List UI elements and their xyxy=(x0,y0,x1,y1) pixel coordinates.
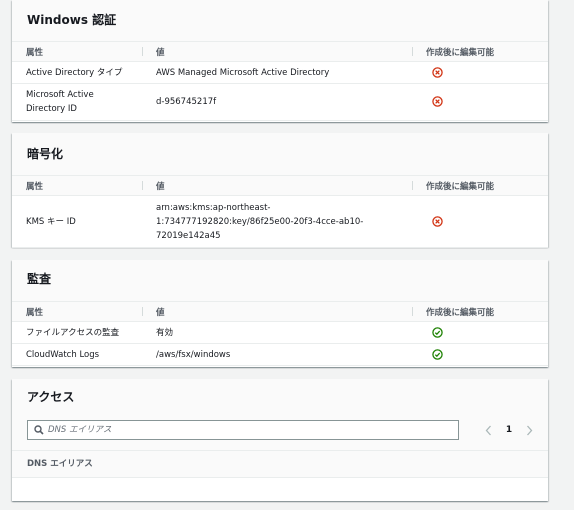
table-row: KMS キー ID arn:aws:kms:ap-northeast- 1:734… xyxy=(12,195,548,248)
audit-table: 属性 値 作成後に編集可能 ファイルアクセスの監査 有効 CloudWatch … xyxy=(12,301,548,366)
table-row: ファイルアクセスの監査 有効 xyxy=(12,321,548,344)
x-circle-icon xyxy=(432,96,443,107)
audit-panel: 監査 属性 値 作成後に編集可能 ファイルアクセスの監査 有効 CloudWat… xyxy=(12,260,548,367)
audit-header: 監査 xyxy=(12,260,548,301)
row-value: d-956745217f xyxy=(142,83,412,121)
row-attribute: KMS キー ID xyxy=(12,195,142,248)
access-title: アクセス xyxy=(27,390,75,404)
table-row: Active Directory タイプ AWS Managed Microso… xyxy=(12,61,548,84)
col-header-value: 値 xyxy=(142,41,412,62)
page-number[interactable]: 1 xyxy=(506,425,512,435)
windows-auth-header: Windows 認証 xyxy=(12,0,548,41)
col-header-editable: 作成後に編集可能 xyxy=(412,301,548,322)
col-header-value: 値 xyxy=(142,301,412,322)
row-value: /aws/fsx/windows xyxy=(142,343,412,366)
encryption-panel: 暗号化 属性 値 作成後に編集可能 KMS キー ID arn:aws:kms:… xyxy=(12,133,548,248)
table-row: CloudWatch Logs /aws/fsx/windows xyxy=(12,343,548,366)
row-attribute: Active Directory タイプ xyxy=(12,61,142,84)
encryption-header: 暗号化 xyxy=(12,133,548,175)
windows-auth-panel: Windows 認証 属性 値 作成後に編集可能 Active Director… xyxy=(12,0,548,122)
row-value: arn:aws:kms:ap-northeast- 1:734777192820:… xyxy=(142,195,412,248)
col-header-attribute: 属性 xyxy=(12,301,142,322)
col-header-attribute: 属性 xyxy=(12,175,142,196)
row-value: 有効 xyxy=(142,321,412,344)
check-circle-icon xyxy=(432,348,443,360)
access-panel: アクセス 1 DNS エイリアス xyxy=(12,379,548,501)
row-attribute: Microsoft Active Directory ID xyxy=(12,83,142,121)
encryption-table: 属性 値 作成後に編集可能 KMS キー ID arn:aws:kms:ap-n… xyxy=(12,175,548,248)
check-circle-icon xyxy=(432,326,443,338)
search-icon xyxy=(34,425,44,435)
chevron-left-icon[interactable] xyxy=(484,425,493,436)
col-header-attribute: 属性 xyxy=(12,41,142,62)
col-header-editable: 作成後に編集可能 xyxy=(412,41,548,62)
row-value: AWS Managed Microsoft Active Directory xyxy=(142,61,412,84)
audit-title: 監査 xyxy=(27,272,52,286)
pagination: 1 xyxy=(484,421,534,439)
encryption-title: 暗号化 xyxy=(27,147,64,161)
search-input[interactable] xyxy=(48,422,448,438)
row-attribute: CloudWatch Logs xyxy=(12,343,142,366)
x-circle-icon xyxy=(432,215,443,227)
table-row: Microsoft Active Directory ID d-956745217… xyxy=(12,83,548,121)
dns-alias-header-label: DNS エイリアス xyxy=(27,459,93,469)
windows-auth-table: 属性 値 作成後に編集可能 Active Directory タイプ AWS M… xyxy=(12,41,548,121)
chevron-right-icon[interactable] xyxy=(525,425,534,436)
windows-auth-title: Windows 認証 xyxy=(27,13,117,27)
dns-alias-search[interactable] xyxy=(27,420,459,440)
access-header: アクセス 1 xyxy=(12,379,548,451)
col-header-editable: 作成後に編集可能 xyxy=(412,175,548,196)
dns-alias-column-header: DNS エイリアス xyxy=(12,451,548,478)
x-circle-icon xyxy=(432,66,443,78)
col-header-value: 値 xyxy=(142,175,412,196)
row-attribute: ファイルアクセスの監査 xyxy=(12,321,142,344)
